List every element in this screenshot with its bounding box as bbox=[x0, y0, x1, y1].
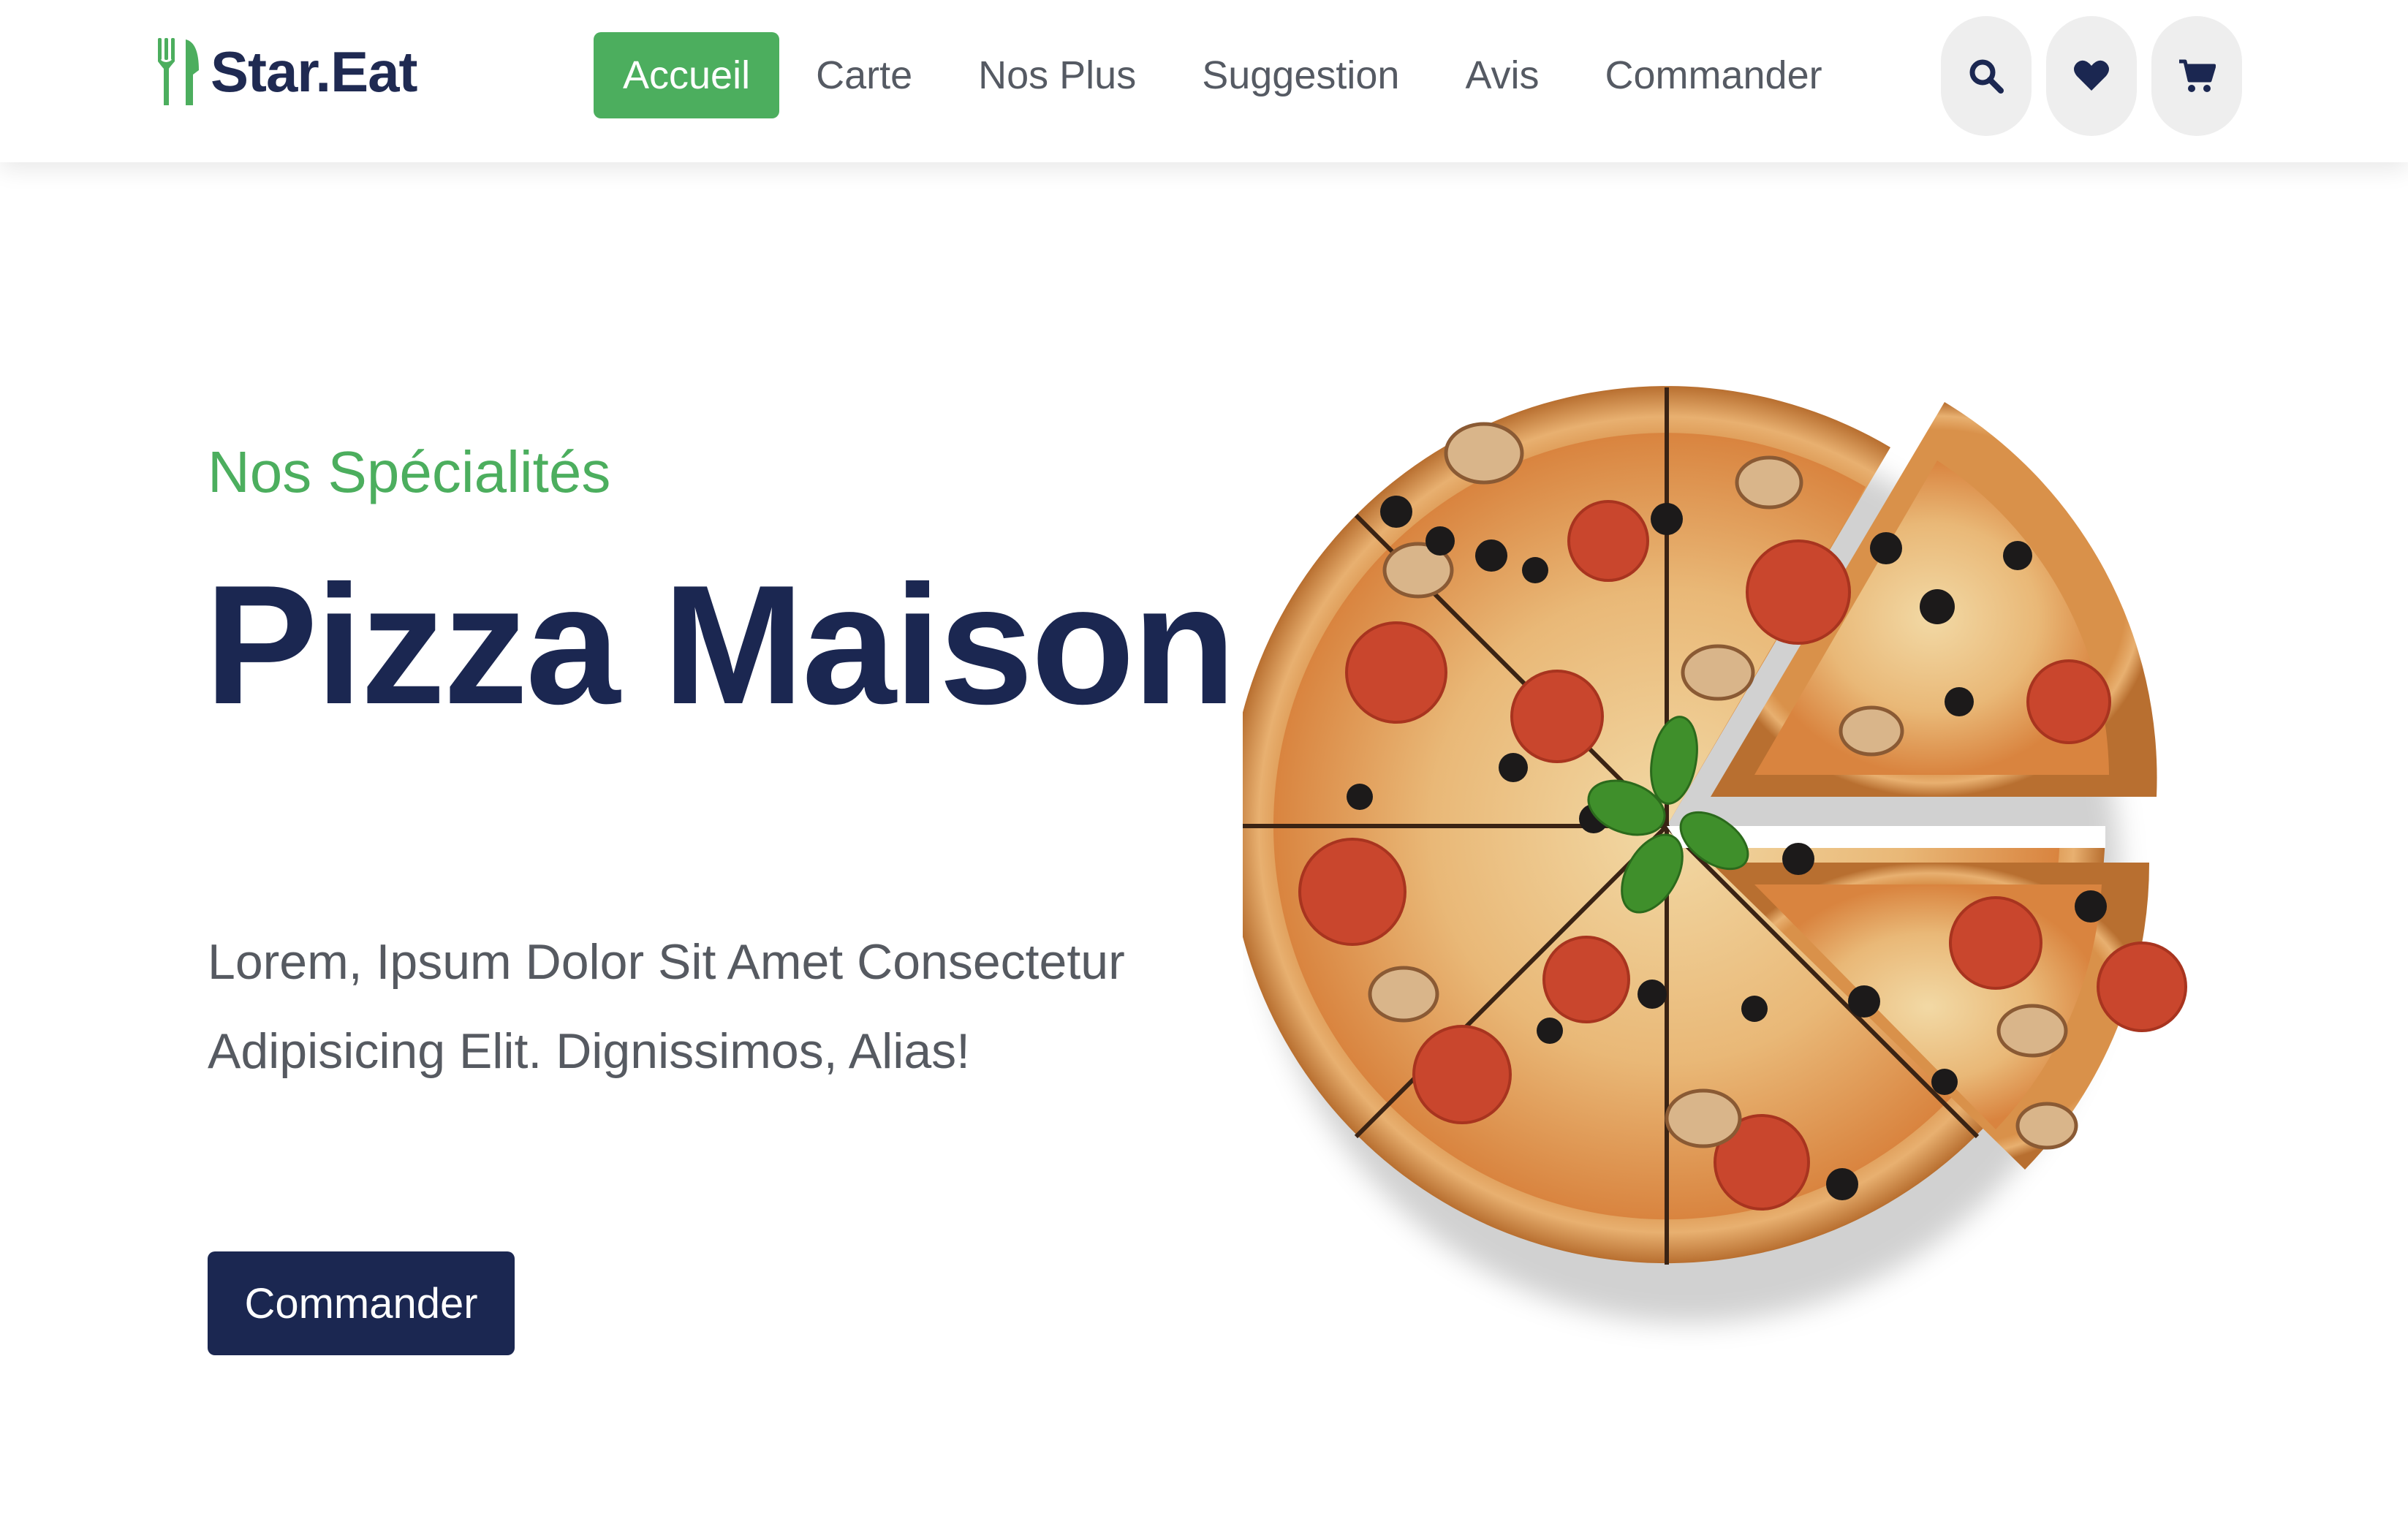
brand-logo[interactable]: Star.Eat bbox=[156, 35, 417, 108]
nav-link-carte[interactable]: Carte bbox=[787, 32, 942, 118]
nav-link-commander[interactable]: Commander bbox=[1575, 32, 1851, 118]
header-icon-buttons bbox=[1941, 16, 2257, 136]
favorites-button[interactable] bbox=[2046, 16, 2137, 136]
cart-icon bbox=[2179, 59, 2216, 92]
search-button[interactable] bbox=[1941, 16, 2032, 136]
hero-title: Pizza Maison bbox=[205, 550, 1236, 740]
nav-link-accueil[interactable]: Accueil bbox=[594, 32, 780, 118]
nav-link-avis[interactable]: Avis bbox=[1436, 32, 1568, 118]
utensils-icon bbox=[158, 38, 199, 105]
nav-link-nos-plus[interactable]: Nos Plus bbox=[949, 32, 1165, 118]
hero-description: Lorem, Ipsum Dolor Sit Amet Consectetur … bbox=[208, 934, 1125, 1079]
cart-button[interactable] bbox=[2151, 16, 2242, 136]
search-icon bbox=[1969, 59, 2004, 94]
pizza-image bbox=[1228, 263, 2208, 1469]
hero-subtitle: Nos Spécialités bbox=[208, 439, 611, 504]
main-nav: Accueil Carte Nos Plus Suggestion Avis C… bbox=[594, 32, 1859, 118]
pizza-illustration bbox=[1228, 386, 2187, 1323]
heart-icon bbox=[2074, 60, 2109, 91]
order-button[interactable]: Commander bbox=[208, 1251, 515, 1355]
brand-name: Star.Eat bbox=[211, 39, 417, 104]
site-header: Star.Eat Accueil Carte Nos Plus Suggesti… bbox=[0, 0, 2408, 162]
nav-link-suggestion[interactable]: Suggestion bbox=[1173, 32, 1428, 118]
